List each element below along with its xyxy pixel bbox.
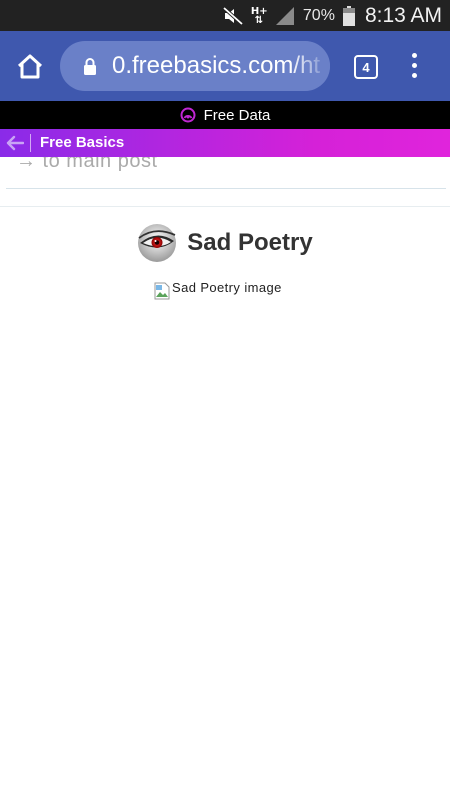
post-image: Sad Poetry image [154, 280, 282, 300]
free-basics-title: Free Basics [40, 134, 125, 151]
battery-percent: 70% [302, 6, 335, 24]
divider [6, 188, 446, 189]
tabs-icon[interactable]: 4 [354, 55, 378, 79]
home-icon[interactable] [16, 53, 44, 79]
free-data-label: Free Data [203, 106, 271, 124]
url-text[interactable]: 0.freebasics.com/ht [112, 52, 320, 80]
free-basics-bar: Free Basics [0, 129, 450, 157]
post-title: Sad Poetry [187, 229, 313, 256]
divider [30, 134, 31, 152]
browser-toolbar: 0.freebasics.com/ht 4 [0, 31, 450, 101]
clock: 8:13 AM [364, 3, 442, 27]
back-arrow-icon[interactable] [6, 135, 24, 151]
battery-icon [342, 5, 355, 26]
data-arrows: ⇅ [254, 14, 264, 26]
free-data-icon [180, 107, 196, 123]
lock-icon [84, 58, 96, 75]
main-post-row: → to main post [0, 157, 450, 190]
url-fade [290, 41, 330, 91]
overflow-menu-icon[interactable] [409, 53, 419, 79]
status-bar: H+ ⇅ 70% 8:13 AM [0, 0, 450, 31]
free-data-banner: Free Data [0, 101, 450, 129]
status-icons: H+ ⇅ 70% 8:13 AM [222, 0, 442, 31]
mute-icon [222, 6, 243, 25]
image-alt-text: Sad Poetry image [172, 280, 282, 295]
address-bar[interactable]: 0.freebasics.com/ht [60, 41, 330, 91]
signal-icon [275, 6, 294, 25]
divider [0, 206, 450, 207]
post-header: Sad Poetry [0, 218, 450, 268]
network-h-plus-icon: H+ ⇅ [251, 6, 268, 26]
tab-count: 4 [362, 59, 370, 75]
red-eye-avatar-icon[interactable] [137, 223, 177, 263]
main-post-link[interactable]: → to main post [16, 157, 158, 173]
broken-image-icon [154, 282, 170, 300]
